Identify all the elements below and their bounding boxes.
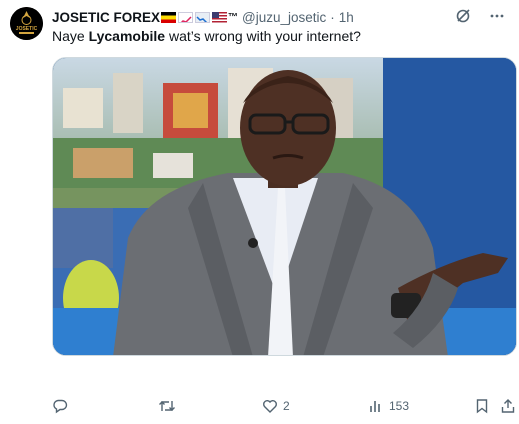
views-button[interactable]: 153	[368, 396, 409, 416]
separator-dot: ·	[330, 9, 335, 25]
timestamp[interactable]: 1h	[339, 10, 354, 25]
tweet-photo[interactable]	[52, 57, 517, 356]
avatar-text: JOSETIC	[16, 26, 38, 32]
like-button[interactable]: 2	[262, 396, 290, 416]
reply-icon	[53, 399, 68, 414]
avatar[interactable]: JOSETIC	[10, 7, 43, 40]
tweet-card[interactable]: JOSETIC JOSETIC FOREX ™ @juzu_josetic · …	[0, 0, 519, 424]
chart-decreasing-icon	[195, 11, 211, 23]
us-flag-icon	[212, 11, 228, 23]
share-icon	[501, 399, 515, 413]
tweet-text-suffix: wat’s wrong with your internet?	[165, 28, 361, 44]
bookmark-button[interactable]	[474, 396, 490, 416]
handle[interactable]: @juzu_josetic	[242, 10, 326, 25]
name-badges	[161, 11, 228, 23]
like-icon	[263, 400, 277, 413]
tweet-text-mention: Lycamobile	[88, 28, 166, 44]
tweet-text-prefix: Naye	[52, 28, 89, 44]
retweet-icon	[159, 401, 175, 411]
avatar-logo-icon: JOSETIC	[10, 7, 43, 40]
tweet-header: JOSETIC FOREX ™ @juzu_josetic · 1h	[52, 8, 354, 26]
display-name[interactable]: JOSETIC FOREX	[52, 10, 160, 25]
views-count: 153	[389, 399, 410, 413]
grok-icon[interactable]	[455, 8, 471, 24]
trademark-sign: ™	[228, 11, 239, 23]
top-right-icons	[455, 8, 505, 24]
tweet-text: Naye Lycamobile wat’s wrong with your in…	[52, 28, 361, 44]
photo-illustration	[53, 58, 516, 355]
bookmark-icon	[476, 399, 488, 414]
reply-button[interactable]	[52, 396, 73, 416]
share-button[interactable]	[500, 396, 516, 416]
retweet-button[interactable]	[158, 396, 181, 416]
uganda-flag-icon	[161, 11, 177, 23]
action-bar: 2 153	[52, 396, 517, 416]
chart-increasing-icon	[178, 11, 194, 23]
views-icon	[370, 401, 380, 412]
more-icon[interactable]	[489, 8, 505, 24]
like-count: 2	[283, 399, 290, 413]
